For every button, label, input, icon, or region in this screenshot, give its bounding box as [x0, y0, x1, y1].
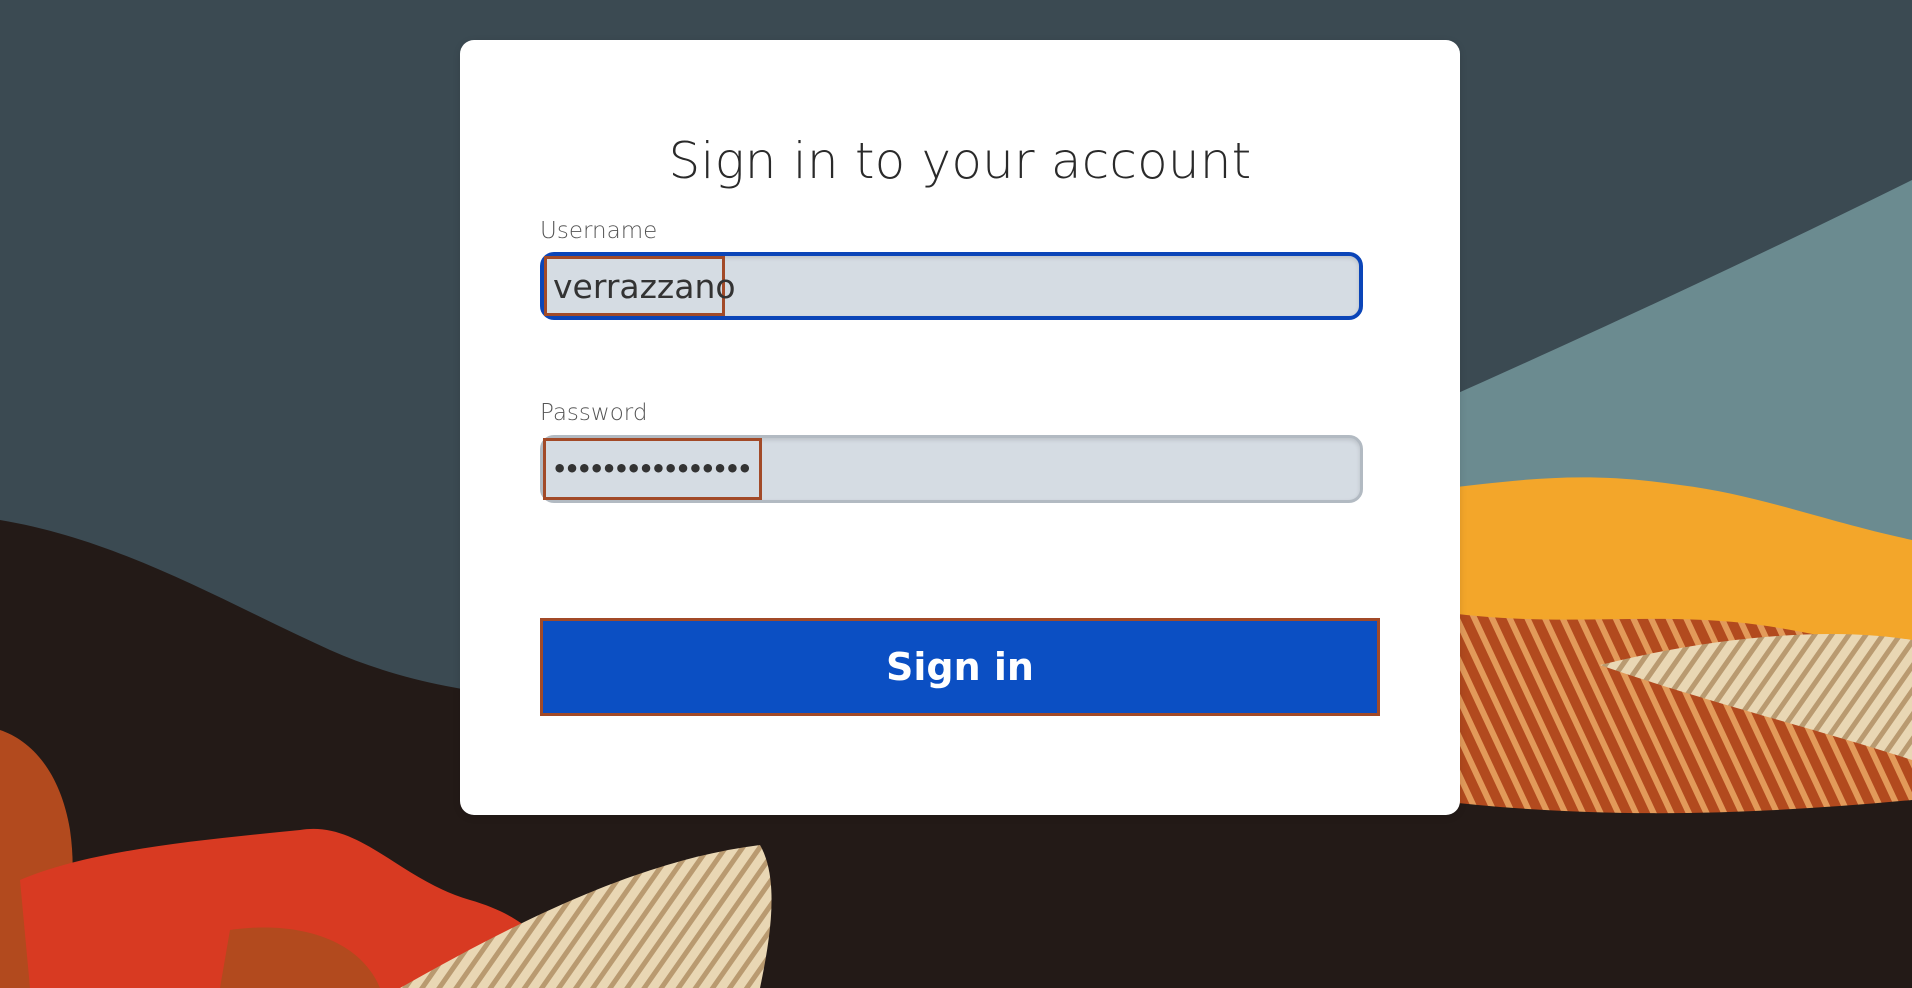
username-value[interactable]: verrazzano — [544, 256, 736, 316]
username-label: Username — [540, 218, 658, 244]
sign-in-card: Sign in to your account Username verrazz… — [460, 40, 1460, 815]
sign-in-button[interactable]: Sign in — [540, 618, 1380, 716]
password-label: Password — [540, 400, 648, 426]
password-field[interactable]: •••••••••••••••• — [540, 435, 1363, 503]
page-title: Sign in to your account — [668, 132, 1252, 190]
username-field[interactable]: verrazzano — [540, 252, 1363, 320]
password-value[interactable]: •••••••••••••••• — [543, 438, 762, 500]
